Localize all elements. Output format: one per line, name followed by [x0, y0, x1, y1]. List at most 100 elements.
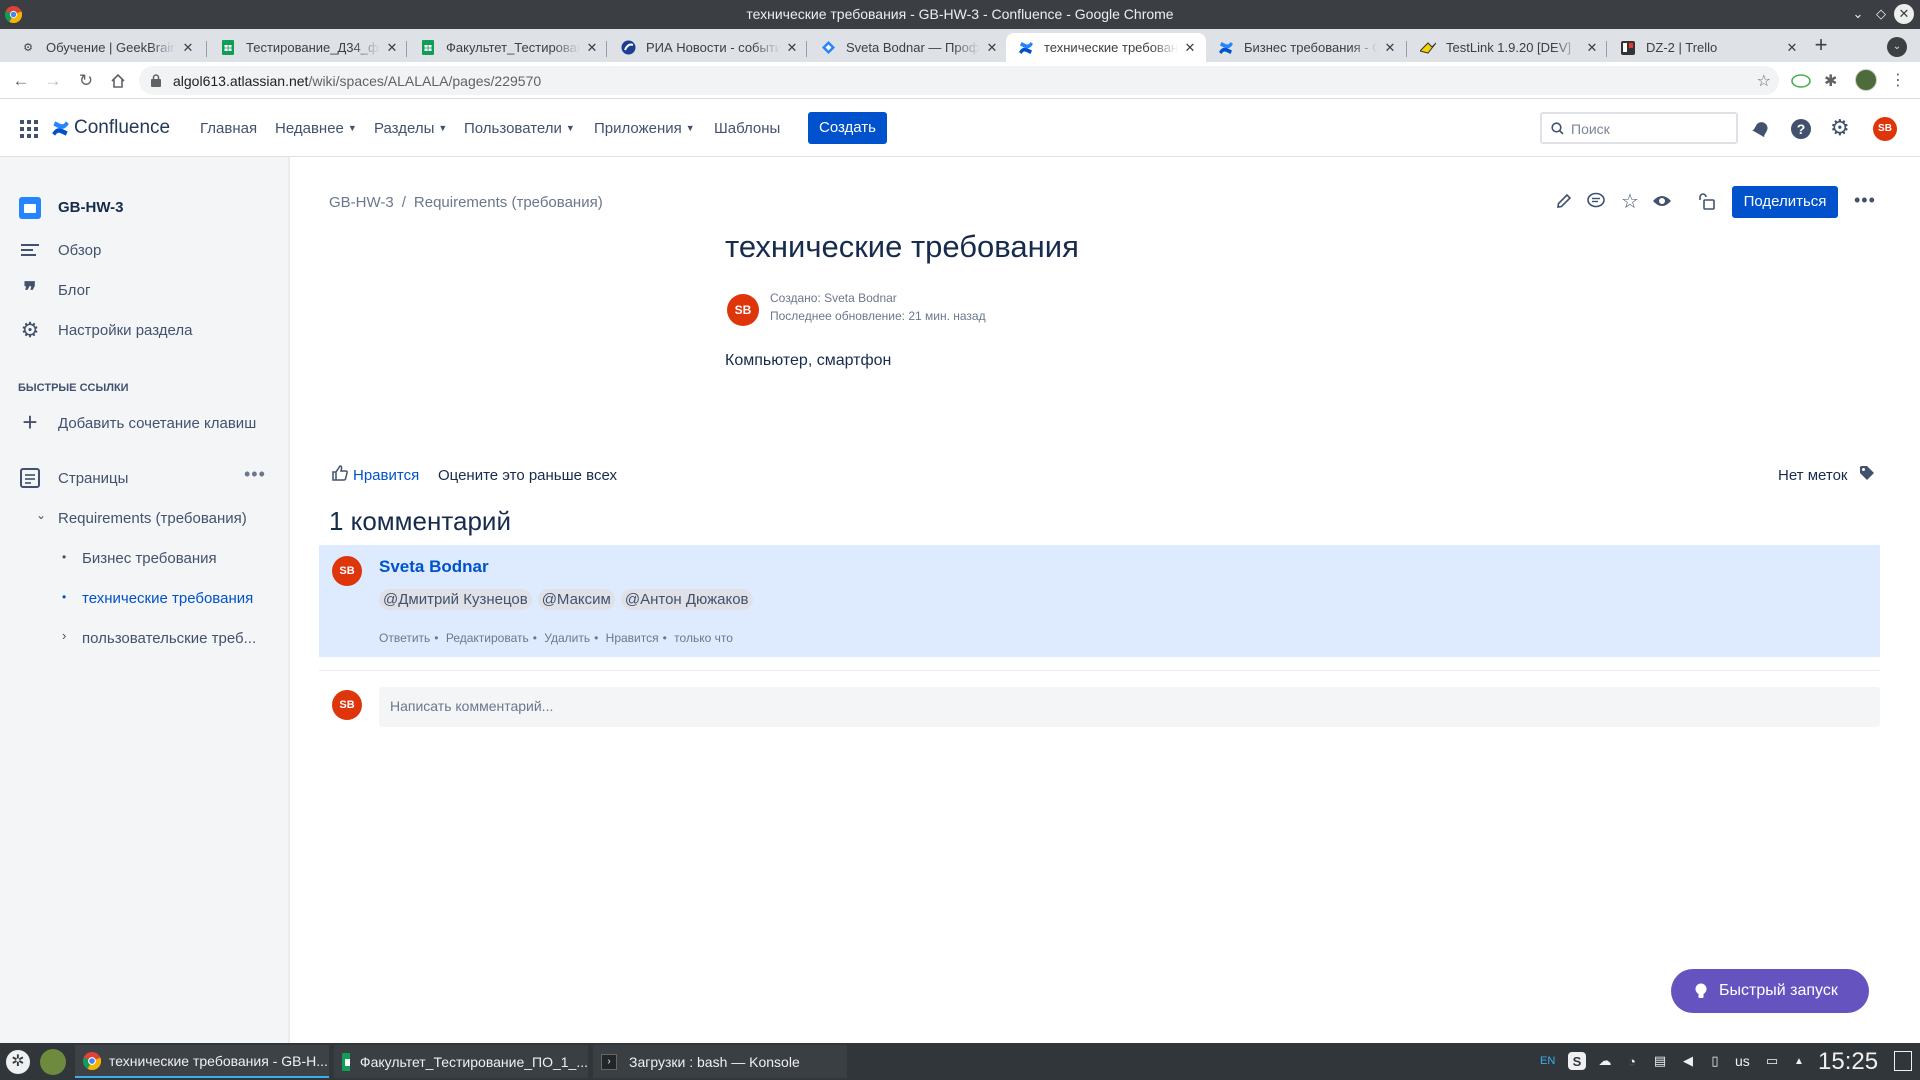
app-switcher-icon[interactable]	[20, 120, 38, 138]
close-tab-icon[interactable]: ✕	[584, 40, 600, 56]
minimize-button[interactable]: ⌄	[1848, 4, 1868, 24]
new-comment-input[interactable]: Написать комментарий...	[379, 687, 1880, 727]
comment-icon[interactable]	[1584, 189, 1608, 213]
tab-trello[interactable]: DZ-2 | Trello ✕	[1608, 33, 1808, 62]
label-tag-icon[interactable]	[1859, 465, 1875, 481]
address-bar[interactable]: algol613.atlassian.net/wiki/spaces/ALALA…	[139, 66, 1779, 95]
close-tab-icon[interactable]: ✕	[1784, 40, 1800, 56]
close-tab-icon[interactable]: ✕	[1182, 40, 1198, 56]
chevron-down-icon[interactable]: ⌄	[36, 508, 46, 522]
home-button[interactable]	[107, 70, 129, 92]
close-window-button[interactable]: ✕	[1894, 4, 1914, 24]
bookmark-star-icon[interactable]: ☆	[1757, 71, 1771, 91]
sidebar-item-blog[interactable]: Блог	[58, 282, 90, 299]
comment-author[interactable]: Sveta Bodnar	[379, 557, 489, 577]
skype-icon[interactable]: S	[1568, 1052, 1586, 1070]
reply-link[interactable]: Ответить	[379, 631, 430, 645]
watch-eye-icon[interactable]	[1650, 189, 1674, 213]
tab-tech-requirements[interactable]: технические требования ✕	[1006, 33, 1206, 62]
settings-gear-icon[interactable]: ⚙	[1830, 117, 1850, 139]
more-actions-icon[interactable]: •••	[1854, 190, 1876, 211]
create-button[interactable]: Создать	[808, 112, 887, 144]
close-tab-icon[interactable]: ✕	[180, 40, 196, 56]
task-konsole[interactable]: › Загрузки : bash — Konsole	[593, 1045, 847, 1078]
space-name[interactable]: GB-HW-3	[58, 199, 124, 216]
delete-link[interactable]: Удалить	[544, 631, 590, 645]
keyboard-layout[interactable]: us	[1735, 1053, 1750, 1069]
quick-launch-button[interactable]: Быстрый запуск	[1671, 969, 1869, 1013]
tab-profile[interactable]: Sveta Bodnar — Профиль✕	[808, 33, 1008, 62]
show-desktop-icon[interactable]	[1894, 1051, 1912, 1071]
profile-avatar[interactable]	[1855, 69, 1877, 91]
notifications-icon[interactable]	[1752, 120, 1770, 138]
comment-avatar[interactable]: SB	[332, 556, 362, 586]
mention[interactable]: @Дмитрий Кузнецов	[379, 589, 532, 610]
breadcrumb-parent[interactable]: Requirements (требования)	[414, 194, 603, 211]
confluence-logo[interactable]: Confluence	[51, 117, 170, 139]
help-icon[interactable]: ?	[1791, 119, 1811, 139]
tab-ria[interactable]: РИА Новости - события ✕	[608, 33, 808, 62]
cloud-extension-icon[interactable]	[1790, 72, 1812, 88]
new-tab-button[interactable]: +	[1808, 33, 1834, 59]
thumbs-up-icon[interactable]	[331, 464, 349, 482]
forward-button[interactable]: →	[42, 70, 64, 92]
tree-item-user[interactable]: пользовательские треб...	[82, 630, 256, 647]
star-icon[interactable]: ☆	[1618, 189, 1642, 213]
close-tab-icon[interactable]: ✕	[384, 40, 400, 56]
clock[interactable]: 15:25	[1818, 1048, 1878, 1076]
tray-expand-icon[interactable]: ▲	[1790, 1052, 1808, 1070]
tab-search-button[interactable]: ⌄	[1887, 37, 1907, 57]
nav-people[interactable]: Пользователи ▼	[464, 120, 575, 137]
author-avatar[interactable]: SB	[727, 294, 759, 326]
restrictions-lock-icon[interactable]	[1695, 189, 1719, 213]
task-sheets[interactable]: Факультет_Тестирование_ПО_1_...	[334, 1045, 588, 1078]
mention[interactable]: @Максим	[537, 589, 615, 610]
chevron-right-icon[interactable]: ›	[62, 628, 66, 643]
sidebar-item-overview[interactable]: Обзор	[58, 242, 101, 259]
network-icon[interactable]: ▭	[1763, 1052, 1781, 1070]
task-chrome[interactable]: технические требования - GB-H...	[75, 1045, 329, 1078]
share-button[interactable]: Поделиться	[1732, 186, 1838, 218]
nav-spaces[interactable]: Разделы ▼	[374, 120, 447, 137]
clipboard-icon[interactable]: ▤	[1651, 1052, 1669, 1070]
tree-item-technical[interactable]: технические требования	[82, 590, 253, 607]
nav-apps[interactable]: Приложения ▼	[594, 120, 695, 137]
keyboard-lang[interactable]: EN	[1540, 1055, 1555, 1067]
like-button[interactable]: Нравится	[353, 467, 419, 484]
close-tab-icon[interactable]: ✕	[984, 40, 1000, 56]
tab-sheets-2[interactable]: Факультет_Тестирование✕	[408, 33, 608, 62]
chrome-menu-icon[interactable]: ⋮	[1890, 70, 1906, 90]
back-button[interactable]: ←	[10, 70, 32, 92]
breadcrumb-space[interactable]: GB-HW-3	[329, 194, 394, 211]
tab-sheets-1[interactable]: Тестирование_Д34_финал✕	[208, 33, 408, 62]
user-avatar[interactable]: SB	[1873, 117, 1897, 141]
close-tab-icon[interactable]: ✕	[1584, 40, 1600, 56]
app-launcher-icon[interactable]: ✲	[6, 1050, 30, 1074]
edit-pencil-icon[interactable]	[1552, 189, 1576, 213]
battery-icon[interactable]: ▯	[1706, 1052, 1724, 1070]
nav-templates[interactable]: Шаблоны	[714, 120, 780, 137]
extensions-icon[interactable]: ✱	[1824, 71, 1837, 91]
sidebar-item-pages[interactable]: Страницы	[58, 470, 128, 487]
tree-item-business[interactable]: Бизнес требования	[82, 550, 217, 567]
volume-icon[interactable]: ◀	[1679, 1052, 1697, 1070]
pager-icon[interactable]	[40, 1049, 66, 1075]
more-icon[interactable]: •••	[244, 464, 266, 485]
like-link[interactable]: Нравится	[606, 631, 659, 645]
reload-button[interactable]: ↻	[75, 70, 97, 92]
mention[interactable]: @Антон Дюжаков	[620, 589, 753, 610]
nav-recent[interactable]: Недавнее ▼	[275, 120, 357, 137]
maximize-button[interactable]: ◇	[1871, 4, 1891, 24]
nav-home[interactable]: Главная	[200, 120, 257, 137]
tab-testlink[interactable]: TestLink 1.9.20 [DEV] ✕	[1408, 33, 1608, 62]
add-shortcut-link[interactable]: Добавить сочетание клавиш	[58, 415, 256, 432]
tab-geekbrains[interactable]: ⚙ Обучение | GeekBrains ✕	[8, 33, 204, 62]
search-input[interactable]: Поиск	[1540, 112, 1738, 144]
cloud-icon[interactable]: ☁	[1596, 1052, 1614, 1070]
update-icon[interactable]: ◔	[1623, 1052, 1641, 1070]
close-tab-icon[interactable]: ✕	[784, 40, 800, 56]
close-tab-icon[interactable]: ✕	[1382, 40, 1398, 56]
edit-link[interactable]: Редактировать	[446, 631, 529, 645]
tree-item-requirements[interactable]: Requirements (требования)	[58, 510, 247, 527]
tab-business-requirements[interactable]: Бизнес требования - GB ✕	[1206, 33, 1406, 62]
